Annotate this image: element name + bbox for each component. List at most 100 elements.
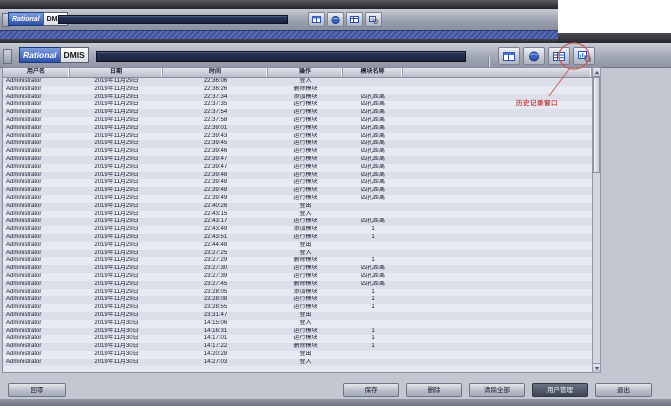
cell-username: Administrator	[3, 257, 70, 265]
cell-empty	[403, 296, 592, 304]
cell-time: 14:27:03	[163, 359, 268, 367]
table-row[interactable]: Administrator 2019年11月29日 23:27:25 登入	[3, 250, 592, 258]
grid-table-icon[interactable]	[548, 47, 570, 65]
table-row[interactable]: Administrator 2019年11月29日 22:43:15 登入	[3, 211, 592, 219]
table-row[interactable]: Administrator 2019年11月29日 22:43:17 运行模块 …	[3, 218, 592, 226]
cell-username: Administrator	[3, 242, 70, 250]
grid-table-icon[interactable]	[346, 12, 363, 27]
table-row[interactable]: Administrator 2019年11月30日 14:16:31 运行模块 …	[3, 328, 592, 336]
table-row[interactable]: Administrator 2019年11月29日 22:36:06 登入	[3, 78, 592, 86]
logo-rational: Rational	[8, 12, 43, 26]
cell-username: Administrator	[3, 140, 70, 148]
table-row[interactable]: Administrator 2019年11月29日 22:39:48 运行模块 …	[3, 187, 592, 195]
table-row[interactable]: Administrator 2019年11月29日 23:28:08 运行模块 …	[3, 296, 592, 304]
cell-time: 22:43:17	[163, 218, 268, 226]
vertical-scrollbar[interactable]	[592, 67, 601, 373]
col-header-empty	[403, 68, 592, 77]
table-row[interactable]: Administrator 2019年11月29日 22:44:48 登出	[3, 242, 592, 250]
history-table-body: Administrator 2019年11月29日 22:36:06 登入 Ad…	[3, 78, 592, 366]
table-row[interactable]: Administrator 2019年11月29日 22:39:48 运行模块 …	[3, 172, 592, 180]
scroll-up-icon	[595, 71, 599, 74]
table-row[interactable]: Administrator 2019年11月29日 22:39:49 运行模块 …	[3, 195, 592, 203]
globe-icon[interactable]	[523, 47, 545, 65]
history-table-header: 用户名 日期 时间 操作 模块名称	[3, 68, 592, 78]
table-row[interactable]: Administrator 2019年11月29日 22:37:35 运行模块 …	[3, 101, 592, 109]
table-row[interactable]: Administrator 2019年11月29日 22:37:58 运行模块 …	[3, 117, 592, 125]
table-row[interactable]: Administrator 2019年11月30日 14:27:03 登入	[3, 359, 592, 367]
save-button[interactable]: 保存	[343, 383, 399, 397]
home-zero-button[interactable]: 回零	[8, 383, 66, 397]
table-row[interactable]: Administrator 2019年11月29日 22:37:54 运行模块 …	[3, 109, 592, 117]
table-row[interactable]: Administrator 2019年11月29日 23:27:29 删除模块 …	[3, 257, 592, 265]
cell-username: Administrator	[3, 203, 70, 211]
table-row[interactable]: Administrator 2019年11月29日 23:27:45 删除模块 …	[3, 281, 592, 289]
cell-date: 2019年11月29日	[70, 203, 163, 211]
cell-date: 2019年11月29日	[70, 179, 163, 187]
cell-date: 2019年11月30日	[70, 328, 163, 336]
cell-operation: 运行模块	[268, 328, 343, 336]
cell-operation: 运行模块	[268, 218, 343, 226]
table-row[interactable]: Administrator 2019年11月30日 14:17:22 删除模块 …	[3, 343, 592, 351]
background-toolbar	[308, 12, 382, 27]
cell-time: 22:39:43	[163, 133, 268, 141]
cell-operation: 添加模块	[268, 289, 343, 297]
cell-empty	[403, 289, 592, 297]
cell-empty	[403, 211, 592, 219]
table-row[interactable]: Administrator 2019年11月29日 22:39:46 运行模块 …	[3, 148, 592, 156]
table-row[interactable]: Administrator 2019年11月29日 22:36:26 删除模块	[3, 86, 592, 94]
cell-module	[343, 312, 403, 320]
table-row[interactable]: Administrator 2019年11月29日 22:39:45 运行模块 …	[3, 140, 592, 148]
cell-time: 22:39:47	[163, 156, 268, 164]
cell-empty	[403, 320, 592, 328]
exit-button[interactable]: 退出	[595, 383, 652, 397]
table-row[interactable]: Administrator 2019年11月29日 22:39:47 运行模块 …	[3, 164, 592, 172]
table-row[interactable]: Administrator 2019年11月29日 23:27:39 运行模块 …	[3, 273, 592, 281]
delete-button[interactable]: 删除	[406, 383, 462, 397]
cell-date: 2019年11月29日	[70, 250, 163, 258]
scroll-down-button[interactable]	[593, 363, 600, 372]
cell-username: Administrator	[3, 187, 70, 195]
scrollbar-thumb[interactable]	[593, 77, 600, 173]
cell-module: 四孔距离	[343, 117, 403, 125]
table-row[interactable]: Administrator 2019年11月30日 14:17:01 运行模块 …	[3, 335, 592, 343]
cell-time: 14:17:22	[163, 343, 268, 351]
table-row[interactable]: Administrator 2019年11月29日 22:43:51 运行模块 …	[3, 234, 592, 242]
history-search-icon[interactable]	[365, 12, 382, 27]
table-row[interactable]: Administrator 2019年11月29日 23:28:55 运行模块 …	[3, 304, 592, 312]
table-row[interactable]: Administrator 2019年11月29日 22:37:34 添加模块 …	[3, 94, 592, 102]
table-row[interactable]: Administrator 2019年11月29日 22:39:01 运行模块 …	[3, 125, 592, 133]
cell-module: 四孔距离	[343, 101, 403, 109]
table-row[interactable]: Administrator 2019年11月30日 14:15:06 登入	[3, 320, 592, 328]
window-table-icon[interactable]	[308, 12, 325, 27]
cell-module	[343, 86, 403, 94]
cell-empty	[403, 257, 592, 265]
cell-username: Administrator	[3, 343, 70, 351]
window-table-icon[interactable]	[498, 47, 520, 65]
table-row[interactable]: Administrator 2019年11月29日 22:39:43 运行模块 …	[3, 133, 592, 141]
history-window-bottom-edge	[0, 399, 671, 406]
table-row[interactable]: Administrator 2019年11月29日 22:43:49 添加模块 …	[3, 226, 592, 234]
clear-all-button[interactable]: 清除全部	[469, 383, 525, 397]
table-row[interactable]: Administrator 2019年11月29日 22:39:48 运行模块 …	[3, 179, 592, 187]
user-manage-button[interactable]: 用户管理	[532, 383, 588, 397]
table-row[interactable]: Administrator 2019年11月29日 23:31:47 登出	[3, 312, 592, 320]
cell-date: 2019年11月29日	[70, 234, 163, 242]
table-row[interactable]: Administrator 2019年11月29日 23:27:30 运行模块 …	[3, 265, 592, 273]
table-row[interactable]: Administrator 2019年11月29日 22:40:26 登出	[3, 203, 592, 211]
cell-operation: 运行模块	[268, 164, 343, 172]
cell-empty	[403, 117, 592, 125]
globe-icon[interactable]	[327, 12, 344, 27]
cell-date: 2019年11月29日	[70, 140, 163, 148]
cell-username: Administrator	[3, 164, 70, 172]
panel-handle-icon[interactable]	[3, 49, 12, 64]
history-search-icon[interactable]	[573, 47, 595, 65]
table-row[interactable]: Administrator 2019年11月30日 14:20:28 登出	[3, 351, 592, 359]
cell-date: 2019年11月30日	[70, 359, 163, 367]
table-row[interactable]: Administrator 2019年11月29日 23:28:05 添加模块 …	[3, 289, 592, 297]
cell-operation: 登出	[268, 312, 343, 320]
scroll-up-button[interactable]	[593, 68, 600, 77]
cell-empty	[403, 78, 592, 86]
cell-operation: 删除模块	[268, 343, 343, 351]
table-row[interactable]: Administrator 2019年11月29日 22:39:47 运行模块 …	[3, 156, 592, 164]
background-window-top-edge	[0, 0, 558, 9]
